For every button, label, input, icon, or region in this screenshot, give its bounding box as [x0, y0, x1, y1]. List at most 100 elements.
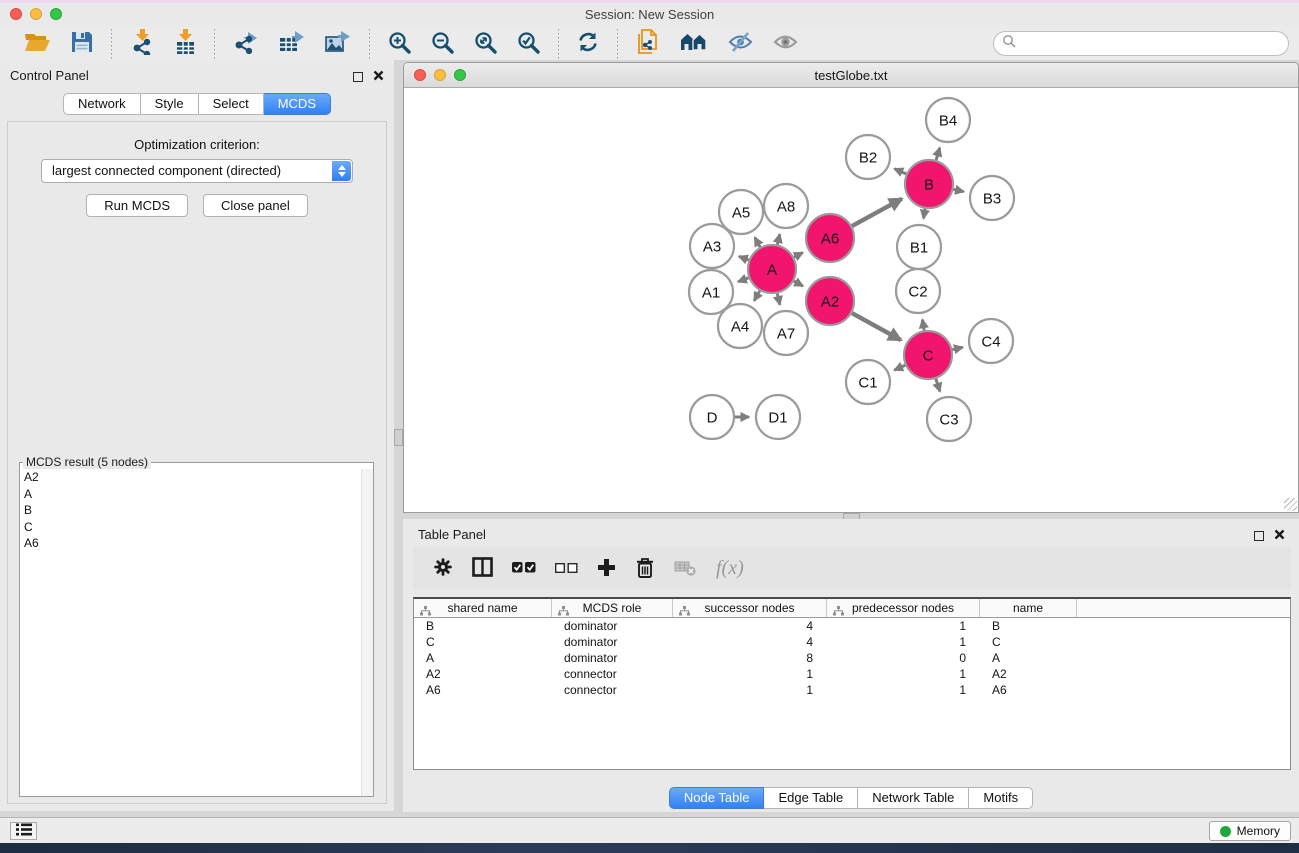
graph-edge-A-A2[interactable]: [794, 281, 803, 286]
function-builder-button[interactable]: f(x): [716, 557, 744, 581]
delete-columns-button[interactable]: [635, 557, 655, 581]
column-header-shared-name[interactable]: shared name: [414, 599, 552, 617]
create-column-button[interactable]: [597, 557, 616, 581]
graph-edge-A-A3[interactable]: [739, 256, 749, 260]
table-options-button[interactable]: [433, 557, 453, 581]
graph-node-C4[interactable]: C4: [969, 319, 1013, 363]
tab-mcds[interactable]: MCDS: [264, 93, 331, 115]
close-table-panel-icon[interactable]: [1274, 527, 1285, 545]
network-minimize-button[interactable]: [434, 69, 446, 81]
clone-network-button[interactable]: [626, 29, 670, 59]
refresh-network-button[interactable]: [567, 29, 609, 59]
column-header-predecessor-nodes[interactable]: predecessor nodes: [827, 599, 980, 617]
network-close-button[interactable]: [414, 69, 426, 81]
table-row-A[interactable]: Adominator80A: [414, 650, 1290, 666]
graph-node-C2[interactable]: C2: [896, 269, 940, 313]
open-file-button[interactable]: [14, 29, 61, 59]
tab-edge-table[interactable]: Edge Table: [764, 787, 858, 809]
close-panel-button[interactable]: Close panel: [203, 194, 308, 217]
zoom-window-button[interactable]: [50, 8, 62, 20]
graph-node-D1[interactable]: D1: [756, 395, 800, 439]
column-header-MCDS-role[interactable]: MCDS role: [552, 599, 673, 617]
tab-style[interactable]: Style: [141, 93, 199, 115]
graph-node-B2[interactable]: B2: [846, 135, 890, 179]
window-resize-grip[interactable]: [1284, 498, 1297, 511]
graph-node-A[interactable]: A: [748, 245, 796, 293]
import-network-button[interactable]: [120, 29, 164, 59]
table-row-C[interactable]: Cdominator41C: [414, 634, 1290, 650]
select-all-columns-button[interactable]: [512, 557, 536, 581]
graph-node-A6[interactable]: A6: [806, 214, 854, 262]
task-history-button[interactable]: [10, 822, 37, 840]
table-row-A6[interactable]: A6connector11A6: [414, 682, 1290, 698]
graph-edge-A-A1[interactable]: [738, 278, 748, 282]
network-canvas[interactable]: B4B2BB3A5A8A6B1A3AC2A1A2A4A7C4CC1C3DD1: [404, 88, 1298, 512]
graph-node-B[interactable]: B: [905, 160, 953, 208]
graph-edge-B-B3[interactable]: [953, 189, 963, 191]
tab-network-table[interactable]: Network Table: [858, 787, 969, 809]
mcds-result-item[interactable]: A2: [20, 469, 361, 486]
column-header-name[interactable]: name: [980, 599, 1077, 617]
delete-table-button[interactable]: [674, 557, 697, 581]
float-table-panel-icon[interactable]: [1254, 531, 1264, 541]
graph-edge-A6-B[interactable]: [852, 199, 902, 226]
mcds-result-item[interactable]: C: [20, 519, 361, 536]
graph-edge-C-C3[interactable]: [936, 379, 940, 392]
search-input[interactable]: [1016, 34, 1288, 54]
float-panel-icon[interactable]: [353, 72, 363, 82]
graph-node-B4[interactable]: B4: [926, 98, 970, 142]
close-window-button[interactable]: [10, 8, 22, 20]
graph-edge-B-B4[interactable]: [936, 148, 940, 160]
tab-network[interactable]: Network: [63, 93, 141, 115]
graph-edge-A2-C[interactable]: [852, 313, 901, 340]
mcds-result-item[interactable]: A6: [20, 535, 361, 552]
network-graph[interactable]: B4B2BB3A5A8A6B1A3AC2A1A2A4A7C4CC1C3DD1: [404, 88, 1298, 512]
tab-motifs[interactable]: Motifs: [969, 787, 1033, 809]
graph-node-C1[interactable]: C1: [846, 360, 890, 404]
graph-edge-A-A4[interactable]: [754, 291, 760, 301]
graph-node-A7[interactable]: A7: [764, 311, 808, 355]
graph-node-A2[interactable]: A2: [806, 277, 854, 325]
graph-node-B3[interactable]: B3: [970, 176, 1014, 220]
graph-edge-A-A6[interactable]: [794, 253, 803, 258]
close-panel-icon[interactable]: [373, 68, 384, 86]
export-network-button[interactable]: [223, 29, 269, 59]
graph-edge-C-C2[interactable]: [922, 320, 924, 331]
splitter-handle-vertical[interactable]: [394, 429, 403, 446]
graph-node-B1[interactable]: B1: [897, 225, 941, 269]
show-column-button[interactable]: [472, 557, 493, 581]
table-row-B[interactable]: Bdominator41B: [414, 618, 1290, 634]
graph-edge-A-A7[interactable]: [777, 293, 779, 304]
network-zoom-button[interactable]: [454, 69, 466, 81]
graph-edge-C-C4[interactable]: [952, 347, 962, 349]
mcds-result-item[interactable]: A: [20, 486, 361, 503]
graph-node-C3[interactable]: C3: [927, 397, 971, 441]
app-titlebar[interactable]: Session: New Session: [0, 3, 1299, 26]
minimize-window-button[interactable]: [30, 8, 42, 20]
graph-node-A8[interactable]: A8: [764, 184, 808, 228]
zoom-selected-button[interactable]: [507, 29, 550, 59]
graph-edge-B-B2[interactable]: [895, 169, 907, 174]
graph-node-D[interactable]: D: [690, 395, 734, 439]
run-mcds-button[interactable]: Run MCDS: [86, 194, 188, 217]
export-table-button[interactable]: [269, 29, 315, 59]
criterion-select[interactable]: largest connected component (directed): [41, 159, 353, 183]
show-graphics-details-button[interactable]: [763, 29, 808, 59]
tab-select[interactable]: Select: [199, 93, 264, 115]
graph-edge-B-B1[interactable]: [924, 209, 926, 219]
table-row-A2[interactable]: A2connector11A2: [414, 666, 1290, 682]
zoom-out-button[interactable]: [421, 29, 464, 59]
zoom-fit-button[interactable]: [464, 29, 507, 59]
mcds-result-item[interactable]: B: [20, 502, 361, 519]
graph-edge-C-C1[interactable]: [894, 365, 905, 370]
export-image-button[interactable]: [315, 29, 361, 59]
graph-edge-A-A8[interactable]: [777, 234, 779, 244]
graph-node-C[interactable]: C: [904, 331, 952, 379]
memory-button[interactable]: Memory: [1209, 821, 1291, 841]
column-header-successor-nodes[interactable]: successor nodes: [673, 599, 827, 617]
graph-edge-A-A5[interactable]: [755, 237, 760, 247]
network-window-titlebar[interactable]: testGlobe.txt: [404, 63, 1298, 88]
tab-node-table[interactable]: Node Table: [669, 787, 765, 809]
graph-node-A3[interactable]: A3: [690, 224, 734, 268]
network-overview-button[interactable]: [670, 29, 718, 59]
